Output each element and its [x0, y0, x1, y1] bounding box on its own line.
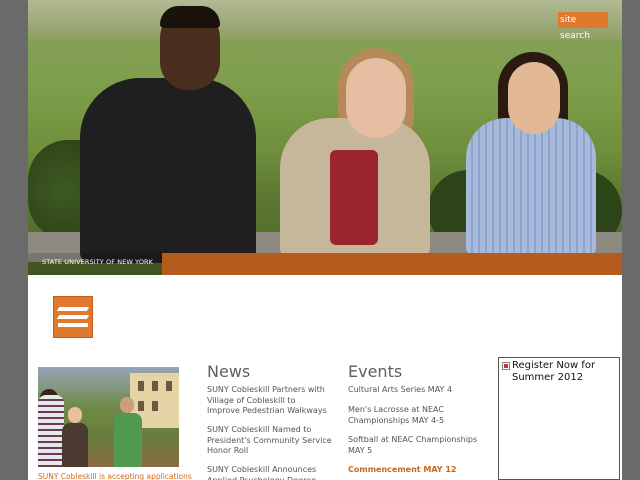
feature-caption-link[interactable]: SUNY Cobleskill is accepting application…: [38, 472, 192, 480]
news-heading: News: [207, 362, 251, 381]
site-search[interactable]: site search: [558, 12, 610, 46]
event-item[interactable]: Softball at NEAC Championships MAY 5: [348, 435, 493, 456]
events-heading: Events: [348, 362, 403, 381]
hero-photo: site search STATE UNIVERSITY OF NEW YORK: [28, 0, 622, 275]
orange-band: [162, 253, 622, 275]
register-link[interactable]: Register Now for Summer 2012: [512, 360, 617, 384]
broken-image-icon: [502, 362, 510, 370]
event-item[interactable]: Men's Lacrosse at NEAC Championships MAY…: [348, 405, 478, 426]
site-search-button[interactable]: site search: [558, 12, 608, 41]
news-item[interactable]: SUNY Cobleskill Partners with Village of…: [207, 385, 327, 417]
news-item[interactable]: SUNY Cobleskill Announces Applied Psycho…: [207, 465, 327, 480]
university-label: STATE UNIVERSITY OF NEW YORK: [42, 258, 154, 266]
feature-photo[interactable]: [38, 367, 179, 467]
news-item[interactable]: SUNY Cobleskill Named to President's Com…: [207, 425, 332, 457]
university-label-band: STATE UNIVERSITY OF NEW YORK: [28, 253, 162, 275]
college-logo[interactable]: [53, 296, 93, 338]
event-item-highlight[interactable]: Commencement MAY 12: [348, 465, 478, 476]
register-panel[interactable]: Register Now for Summer 2012: [498, 357, 620, 480]
event-item[interactable]: Cultural Arts Series MAY 4: [348, 385, 478, 396]
page: site search STATE UNIVERSITY OF NEW YORK…: [28, 0, 622, 480]
